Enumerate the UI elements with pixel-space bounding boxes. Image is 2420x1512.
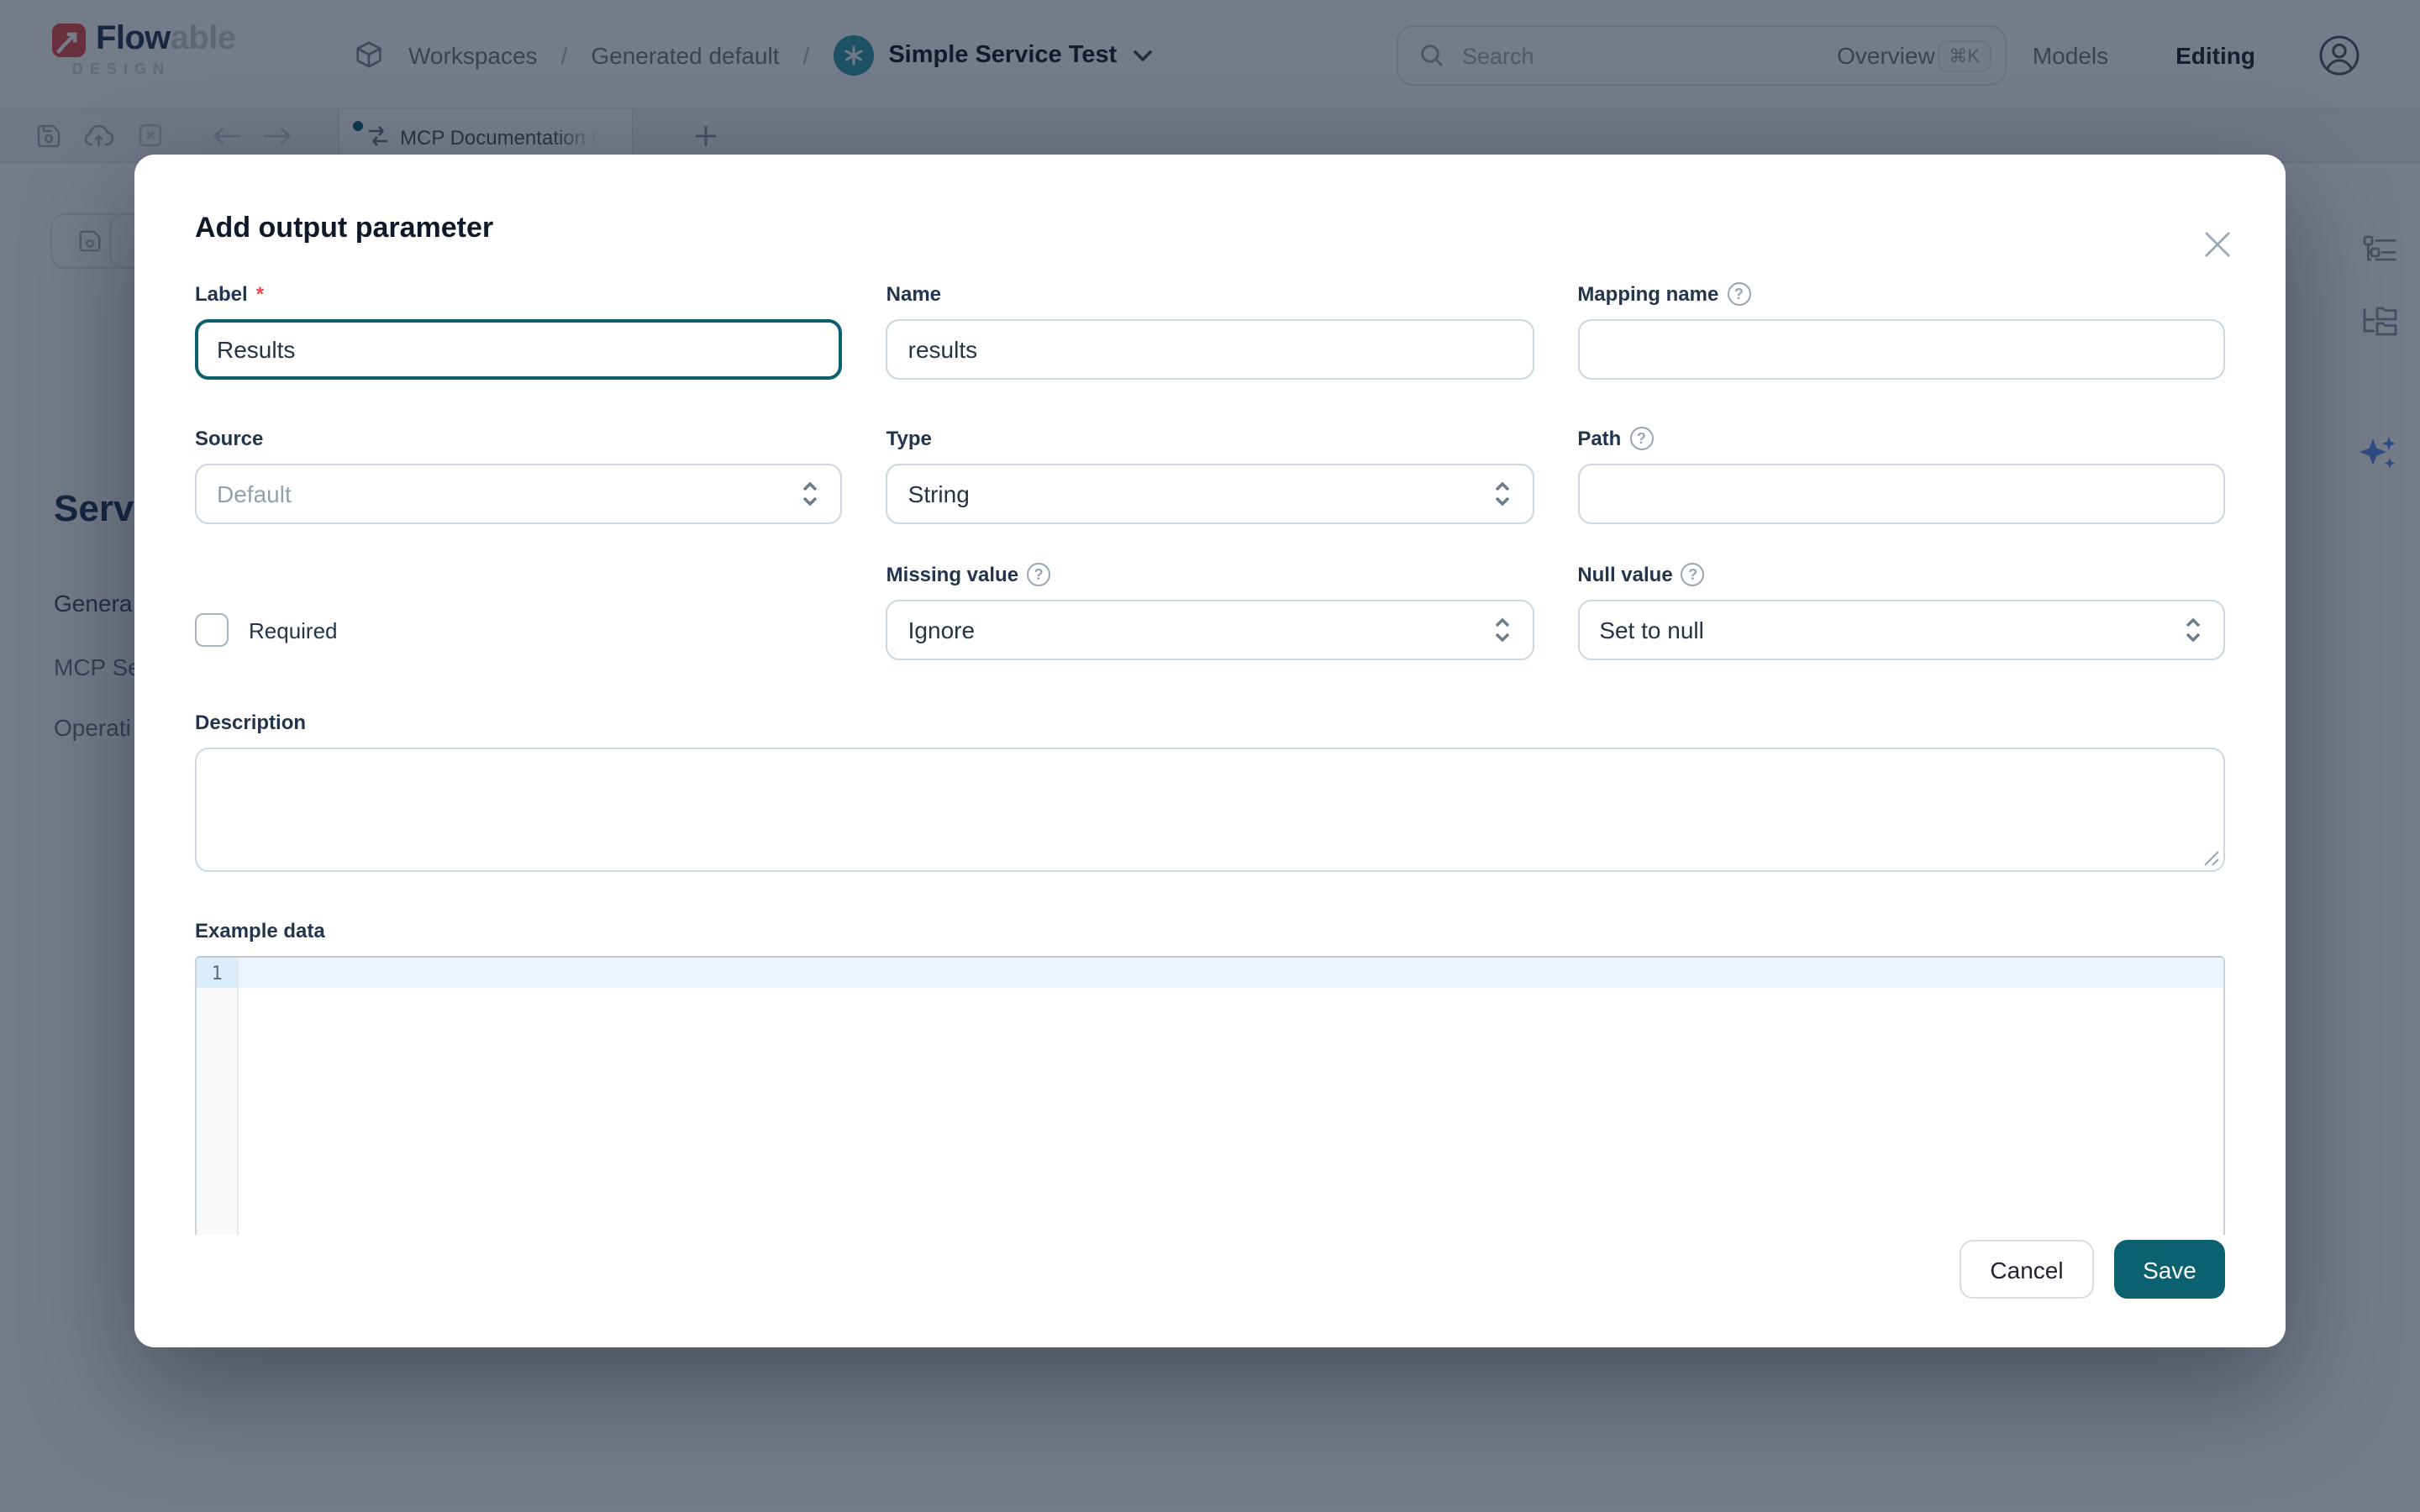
name-field-label: Name [886, 281, 941, 305]
help-icon[interactable]: ? [1727, 281, 1750, 305]
source-select[interactable]: Default [195, 464, 843, 524]
select-chevrons-icon [2183, 617, 2203, 643]
editor-gutter: 1 [197, 958, 239, 1235]
cancel-button[interactable]: Cancel [1960, 1240, 2094, 1299]
select-chevrons-icon [801, 480, 821, 507]
label-field: Label * [195, 281, 843, 380]
mapping-name-label: Mapping name [1577, 281, 1718, 305]
label-field-label: Label [195, 281, 248, 305]
source-value: Default [217, 480, 292, 507]
help-icon[interactable]: ? [1629, 426, 1653, 449]
required-checkbox[interactable] [195, 613, 229, 647]
line-number: 1 [197, 958, 237, 988]
select-chevrons-icon [1491, 480, 1512, 507]
description-textarea[interactable] [195, 748, 2225, 872]
path-field: Path? [1577, 425, 2225, 524]
save-button[interactable]: Save [2114, 1240, 2225, 1299]
mapping-name-input[interactable] [1577, 319, 2225, 380]
required-label: Required [249, 617, 338, 643]
required-field: Required [195, 561, 843, 660]
modal-footer: Cancel Save [195, 1240, 2225, 1299]
missing-value-select[interactable]: Ignore [886, 600, 1534, 660]
null-value-field: Null value? Set to null [1577, 561, 2225, 660]
close-button[interactable] [2198, 225, 2235, 262]
description-field: Description [195, 709, 2225, 872]
source-label: Source [195, 426, 263, 449]
example-data-label: Example data [195, 918, 325, 942]
null-value-label: Null value [1577, 562, 1672, 585]
resize-grip-icon[interactable] [2203, 850, 2220, 867]
help-icon[interactable]: ? [1681, 562, 1705, 585]
type-field: Type String [886, 425, 1534, 524]
active-line-highlight [239, 958, 2223, 988]
name-input[interactable] [886, 319, 1534, 380]
select-chevrons-icon [1491, 617, 1512, 643]
name-field: Name [886, 281, 1534, 380]
path-input[interactable] [1577, 464, 2225, 524]
label-input[interactable] [195, 319, 843, 380]
missing-value-value: Ignore [908, 617, 975, 643]
missing-value-label: Missing value [886, 562, 1018, 585]
type-select[interactable]: String [886, 464, 1534, 524]
example-data-field: Example data 1 [195, 917, 2225, 1235]
required-asterisk: * [256, 281, 264, 305]
path-label: Path [1577, 426, 1621, 449]
add-output-parameter-modal: Add output parameter Label * Name Mapping… [134, 155, 2286, 1347]
description-label: Description [195, 710, 306, 733]
example-data-editor[interactable]: 1 [195, 956, 2225, 1235]
help-icon[interactable]: ? [1027, 562, 1050, 585]
mapping-name-field: Mapping name? [1577, 281, 2225, 380]
source-field: Source Default [195, 425, 843, 524]
type-label: Type [886, 426, 932, 449]
type-value: String [908, 480, 970, 507]
modal-title: Add output parameter [195, 212, 2225, 245]
missing-value-field: Missing value? Ignore [886, 561, 1534, 660]
null-value-value: Set to null [1599, 617, 1704, 643]
close-icon [2202, 229, 2231, 258]
null-value-select[interactable]: Set to null [1577, 600, 2225, 660]
editor-code-area[interactable] [239, 958, 2223, 1235]
